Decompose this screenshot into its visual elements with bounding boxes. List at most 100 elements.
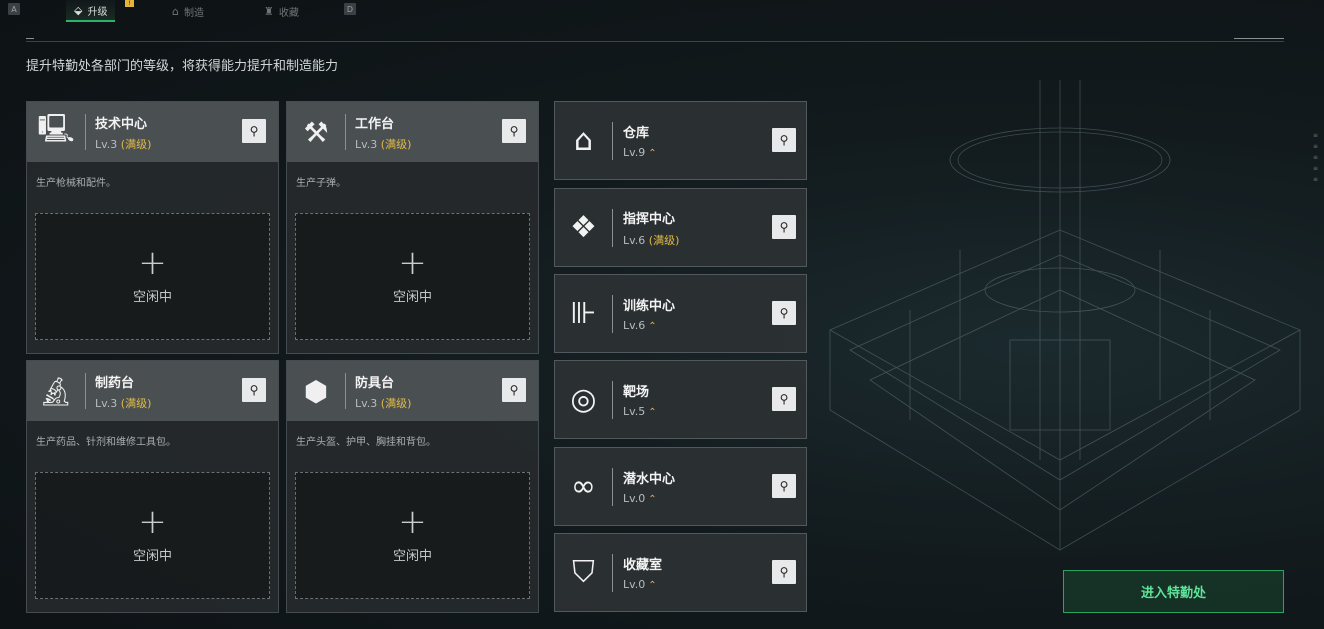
card-level: Lv.3 (满级) — [95, 396, 152, 410]
idle-label: 空闲中 — [132, 290, 172, 305]
key-hint-left: A — [8, 3, 20, 15]
search-button[interactable]: ⚲ — [772, 474, 796, 498]
card-header: ⚒ 工作台 Lv.3 (满级) ⚲ — [287, 102, 538, 162]
upgrade-chevron-icon: ⌃ — [648, 494, 657, 505]
target-icon: ◎ — [570, 382, 597, 417]
upgrade-chevron-icon: ⌃ — [648, 321, 657, 332]
card-description: 生产枪械和配件。 — [36, 178, 116, 189]
blueprint-illustration — [829, 80, 1301, 551]
plus-icon: + — [138, 243, 167, 283]
facility-title: 潜水中心 — [623, 472, 676, 487]
plus-icon: + — [398, 502, 427, 542]
plus-icon: + — [138, 502, 167, 542]
card-title: 防具台 — [355, 375, 395, 391]
card-header: ⬢ 防具台 Lv.3 (满级) ⚲ — [287, 361, 538, 421]
microscope-icon: 🔬︎ — [38, 374, 74, 408]
search-icon: ⚲ — [509, 383, 519, 397]
production-card-pharmacy[interactable]: ■■■■ 🔬︎ 制药台 Lv.3 (满级) ⚲ 生产药品、针剂和维修工具包。 +… — [26, 360, 279, 613]
upgrade-icon: ⬙ — [74, 3, 83, 17]
tab-collection[interactable]: ♜ 收藏 — [256, 0, 307, 22]
idle-label: 空闲中 — [392, 290, 432, 305]
facility-level: Lv.6 (满级) — [623, 233, 680, 247]
search-button[interactable]: ⚲ — [772, 128, 796, 152]
card-description: 生产药品、针剂和维修工具包。 — [36, 437, 176, 448]
tab-upgrade[interactable]: ⬙ 升级 — [66, 0, 116, 22]
tab-badge: ! — [125, 0, 134, 7]
search-icon: ⚲ — [779, 392, 789, 406]
facility-warehouse[interactable]: ⌂ 仓库 Lv.9 ⌃ ⚲ — [554, 101, 807, 180]
facility-level: Lv.0 ⌃ — [623, 578, 657, 591]
header-divider — [26, 38, 1284, 42]
card-level: Lv.3 (满级) — [355, 137, 412, 151]
computer-icon: 🖳 — [37, 112, 75, 145]
search-button[interactable]: ⚲ — [772, 215, 796, 239]
side-decoration: ≡ ≡ ≡ ≡ ≡ — [1312, 132, 1318, 183]
warehouse-icon: ⌂ — [573, 123, 594, 158]
idle-label: 空闲中 — [392, 549, 432, 564]
dumbbell-icon: ⊪ — [570, 296, 597, 331]
search-button[interactable]: ⚲ — [502, 119, 526, 143]
page-subtitle: 提升特勤处各部门的等级，将获得能力提升和制造能力 — [26, 59, 339, 74]
chip-icon: ❖ — [570, 210, 597, 245]
facility-level: Lv.9 ⌃ — [623, 146, 657, 159]
facility-diving-center[interactable]: ∞ 潜水中心 Lv.0 ⌃ ⚲ — [554, 447, 807, 526]
top-tab-bar: A ⬙ 升级 ! ⌂ 制造 ♜ 收藏 D — [0, 0, 1324, 22]
plus-icon: + — [398, 243, 427, 283]
search-button[interactable]: ⚲ — [772, 301, 796, 325]
armor-cubes-icon: ⬢ — [303, 374, 329, 408]
upgrade-chevron-icon: ⌃ — [648, 580, 657, 591]
search-icon: ⚲ — [249, 124, 259, 138]
search-icon: ⚲ — [779, 133, 789, 147]
production-card-armor[interactable]: ■■■■ ⬢ 防具台 Lv.3 (满级) ⚲ 生产头盔、护甲、胸挂和背包。 + … — [286, 360, 539, 613]
search-icon: ⚲ — [779, 306, 789, 320]
card-level: Lv.3 (满级) — [95, 137, 152, 151]
search-button[interactable]: ⚲ — [242, 119, 266, 143]
search-icon: ⚲ — [779, 565, 789, 579]
idle-slot[interactable]: + 空闲中 — [35, 472, 270, 599]
facility-shooting-range[interactable]: ◎ 靶场 Lv.5 ⌃ ⚲ — [554, 360, 807, 439]
facility-level: Lv.5 ⌃ — [623, 405, 657, 418]
idle-slot[interactable]: + 空闲中 — [295, 472, 530, 599]
facility-collection-room[interactable]: ⛉ 收藏室 Lv.0 ⌃ ⚲ — [554, 533, 807, 612]
upgrade-chevron-icon: ⌃ — [648, 148, 657, 159]
search-icon: ⚲ — [779, 220, 789, 234]
facility-level: Lv.0 ⌃ — [623, 492, 657, 505]
card-header: 🖳 技术中心 Lv.3 (满级) ⚲ — [27, 102, 278, 162]
facility-title: 仓库 — [623, 126, 650, 141]
search-icon: ⚲ — [779, 479, 789, 493]
search-button[interactable]: ⚲ — [772, 387, 796, 411]
facility-title: 训练中心 — [623, 299, 676, 314]
search-button[interactable]: ⚲ — [242, 378, 266, 402]
facility-command-center[interactable]: ❖ 指挥中心 Lv.6 (满级) ⚲ — [554, 188, 807, 267]
card-title: 技术中心 — [95, 116, 148, 132]
production-card-workbench[interactable]: ■■■■ ⚒ 工作台 Lv.3 (满级) ⚲ 生产子弹。 + 空闲中 — [286, 101, 539, 354]
diving-mask-icon: ∞ — [571, 469, 596, 504]
factory-icon: ⌂ — [172, 4, 179, 18]
card-description: 生产头盔、护甲、胸挂和背包。 — [296, 437, 436, 448]
tab-upgrade-label: 升级 — [87, 6, 108, 18]
tab-craft-label: 制造 — [183, 7, 204, 19]
idle-label: 空闲中 — [132, 549, 172, 564]
facility-level: Lv.6 ⌃ — [623, 319, 657, 332]
facility-title: 指挥中心 — [623, 211, 676, 227]
search-button[interactable]: ⚲ — [502, 378, 526, 402]
tab-craft[interactable]: ⌂ 制造 — [164, 0, 212, 22]
production-card-tech-center[interactable]: ■■■■ 🖳 技术中心 Lv.3 (满级) ⚲ 生产枪械和配件。 + 空闲中 — [26, 101, 279, 354]
display-case-icon: ⛉ — [572, 555, 595, 590]
card-title: 制药台 — [95, 375, 135, 391]
trophy-icon: ♜ — [264, 4, 274, 18]
key-hint-right: D — [344, 3, 356, 15]
enter-special-ops-button[interactable]: 进入特勤处 — [1063, 570, 1284, 613]
card-level: Lv.3 (满级) — [355, 396, 412, 410]
card-title: 工作台 — [355, 116, 395, 132]
idle-slot[interactable]: + 空闲中 — [295, 213, 530, 340]
idle-slot[interactable]: + 空闲中 — [35, 213, 270, 340]
card-description: 生产子弹。 — [296, 178, 346, 189]
search-icon: ⚲ — [249, 383, 259, 397]
tools-icon: ⚒ — [303, 115, 329, 149]
facility-title: 靶场 — [623, 385, 650, 400]
facility-title: 收藏室 — [623, 558, 663, 573]
facility-training-center[interactable]: ⊪ 训练中心 Lv.6 ⌃ ⚲ — [554, 274, 807, 353]
tab-collection-label: 收藏 — [278, 7, 299, 19]
search-button[interactable]: ⚲ — [772, 560, 796, 584]
